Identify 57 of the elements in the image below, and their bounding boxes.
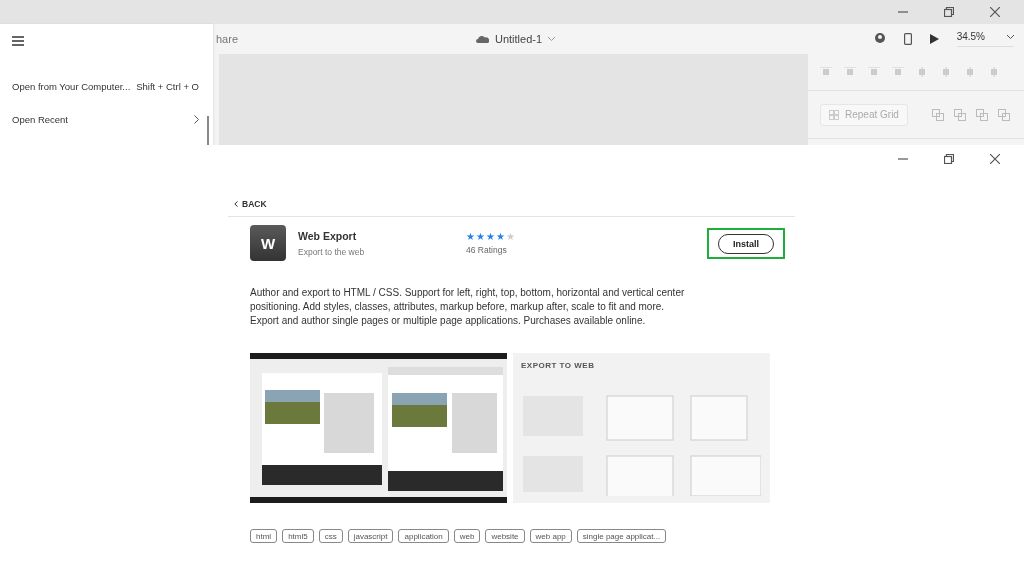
cloud-icon: [476, 35, 489, 43]
star-icon: ★: [476, 231, 485, 242]
tag[interactable]: single page applicat...: [576, 529, 667, 543]
align-icon[interactable]: [940, 67, 952, 77]
close-icon: [990, 7, 1000, 17]
app-icon: W: [250, 225, 286, 261]
star-icon: ★: [506, 231, 515, 242]
align-icon[interactable]: [964, 67, 976, 77]
boolean-icon[interactable]: [975, 108, 988, 121]
install-button[interactable]: Install: [718, 233, 774, 254]
menu-icon[interactable]: [12, 34, 24, 49]
chevron-right-icon: [194, 115, 199, 124]
tag[interactable]: website: [485, 529, 525, 543]
shortcut-label: Shift + Ctrl + O: [136, 81, 199, 92]
align-icon[interactable]: [868, 67, 880, 77]
tag[interactable]: web: [453, 529, 481, 543]
plugin-name: Web Export: [298, 229, 358, 242]
tag[interactable]: javascript: [347, 529, 394, 543]
document-title[interactable]: Untitled-1: [476, 33, 556, 45]
align-icon[interactable]: [916, 67, 928, 77]
menu-item[interactable]: Open Recent: [0, 103, 205, 136]
star-icon: ★: [486, 231, 495, 242]
menu-item-label: Open from Your Computer...: [12, 81, 131, 92]
caret-icon: [548, 37, 556, 41]
back-button[interactable]: BACK: [228, 197, 267, 211]
align-icon[interactable]: [988, 67, 1000, 77]
tag[interactable]: css: [318, 529, 343, 543]
scrollbar[interactable]: [207, 116, 209, 145]
ratings-count: 46 Ratings: [466, 244, 508, 255]
caret-icon: [1007, 34, 1014, 39]
align-icon[interactable]: [844, 67, 856, 77]
boolean-icon[interactable]: [931, 108, 944, 121]
tag[interactable]: html: [250, 529, 278, 543]
promo-heading: EXPORT TO WEB: [521, 361, 596, 370]
zoom-dropdown[interactable]: 34.5%: [956, 31, 1014, 47]
plugin-description: Author and export to HTML / CSS. Support for left, right, top, bottom, horizontal and vertical center positioning. Add styles, classes, attributes, markup before, markup after, scale to fit and more. Export and author single pages or multiple page applications. Purchases available online.: [250, 286, 686, 328]
star-icon: ★: [466, 231, 475, 242]
tag[interactable]: web app: [529, 529, 572, 543]
phone-icon[interactable]: [903, 33, 912, 45]
align-icon[interactable]: [892, 67, 904, 77]
plugin-tagline: Export to the web: [298, 246, 366, 257]
user-icon[interactable]: [873, 33, 886, 45]
boolean-icon[interactable]: [997, 108, 1010, 121]
restore-icon: [944, 154, 954, 164]
boolean-icon[interactable]: [953, 108, 966, 121]
chevron-left-icon: [234, 201, 238, 207]
tag[interactable]: application: [398, 529, 449, 543]
share-label[interactable]: hare: [216, 33, 476, 45]
grid-icon: [829, 109, 839, 120]
star-icon: ★: [496, 231, 505, 242]
tag[interactable]: html5: [282, 529, 314, 543]
play-icon[interactable]: [929, 34, 939, 44]
close-icon: [990, 154, 1000, 164]
align-icon[interactable]: [820, 67, 832, 77]
menu-item-label: Open Recent: [12, 114, 68, 125]
restore-icon: [944, 7, 954, 17]
menu-item[interactable]: Open from Your Computer... Shift + Ctrl + O: [0, 70, 205, 103]
